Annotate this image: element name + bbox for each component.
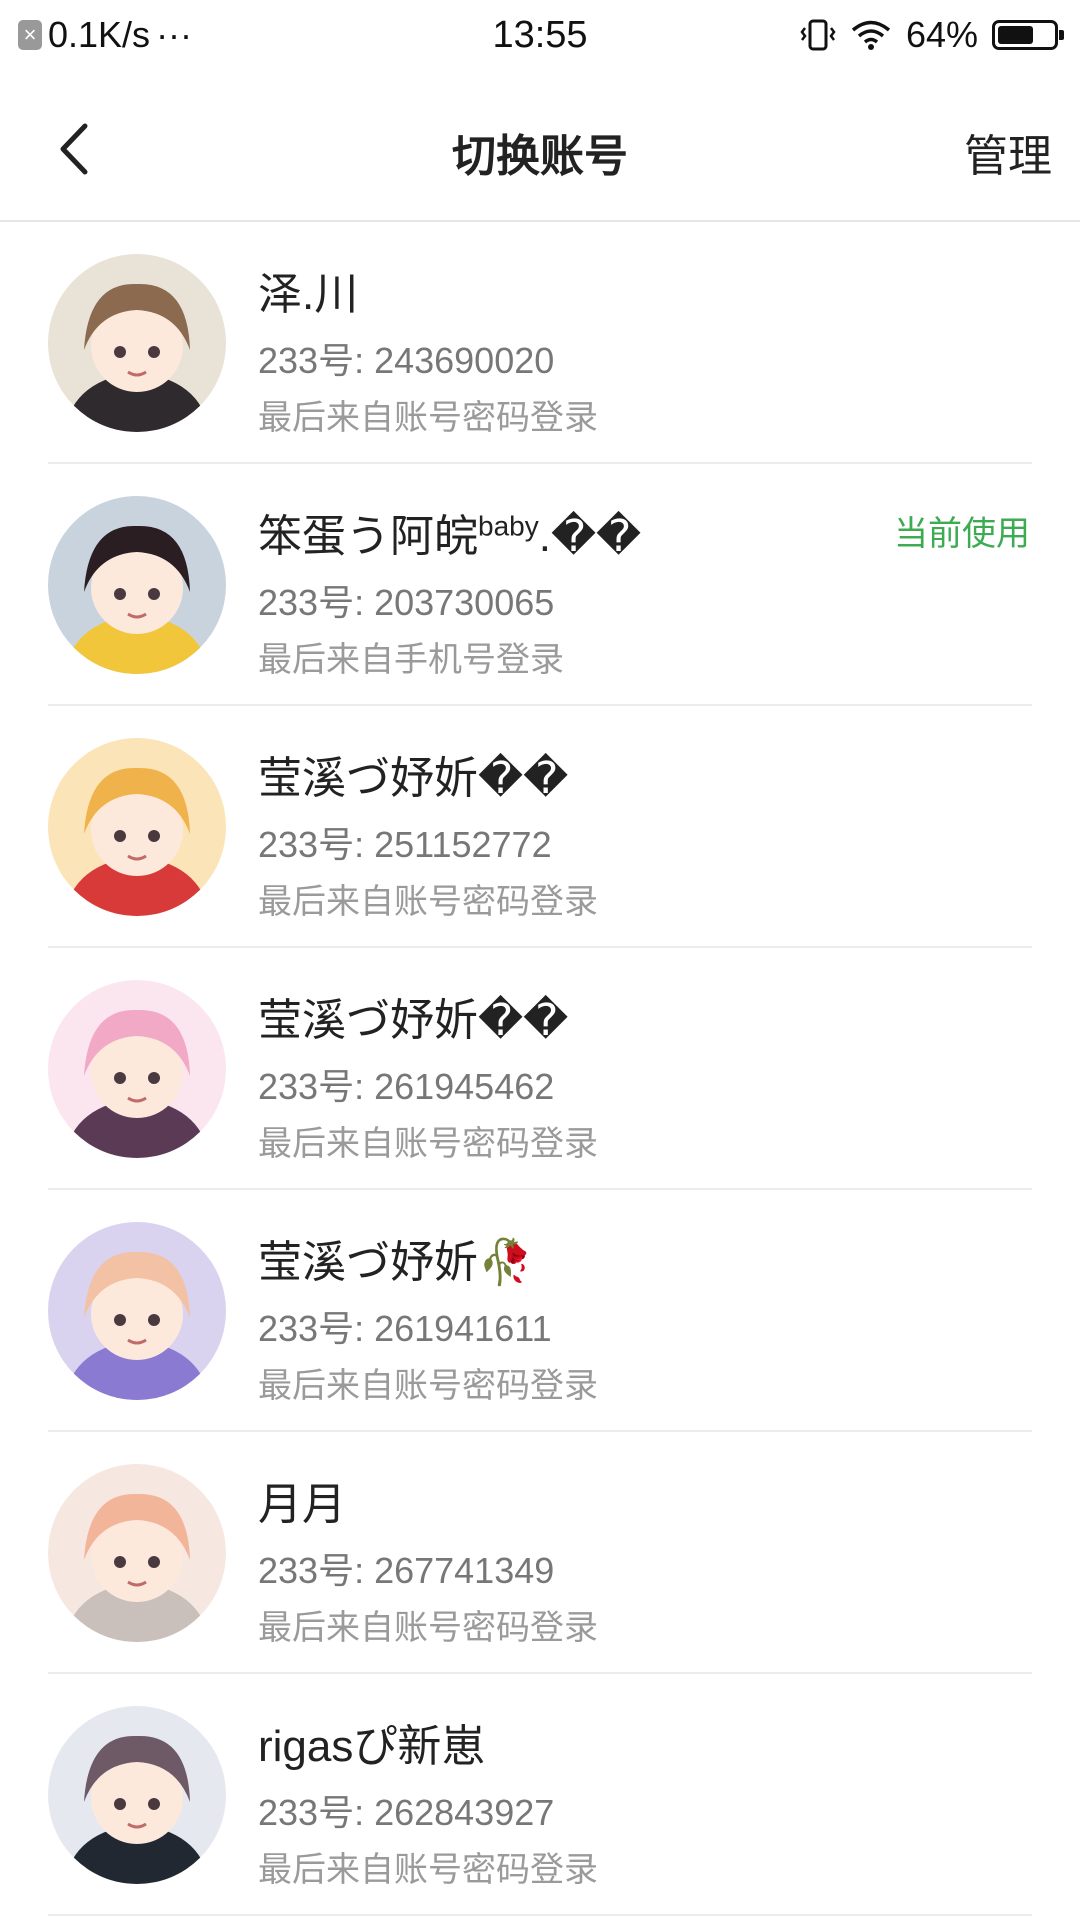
avatar [48,738,226,916]
account-item[interactable]: 莹溪づ妤妡�� 233号: 251152772 最后来自账号密码登录 [0,706,1080,948]
account-id: 233号: 251152772 [258,824,552,865]
account-name-text: 莹溪づ妤妡�� [258,996,569,1045]
account-item[interactable]: rigasぴ新崽 233号: 262843927 最后来自账号密码登录 [0,1674,1080,1916]
account-name: 莹溪づ妤妡�� [258,984,568,1048]
page-title: 切换账号 [452,132,628,181]
last-login-method: 最后来自账号密码登录 [258,1609,598,1647]
account-name: 笨蛋う阿皖baby.�� [258,500,641,564]
account-name: 泽.川 [258,258,358,322]
account-name: 月月 [258,1468,346,1532]
account-name-text: 笨蛋う阿皖 [258,512,478,561]
last-login-method: 最后来自手机号登录 [258,641,564,679]
account-id: 233号: 261941611 [258,1308,552,1349]
status-bar: × 0.1K/s ··· 13:55 64% [0,0,1080,76]
avatar [48,1464,226,1642]
account-item[interactable]: 泽.川 233号: 243690020 最后来自账号密码登录 [0,222,1080,464]
nav-bar: 切换账号 管理 [0,76,1080,222]
last-login-method: 最后来自账号密码登录 [258,1125,598,1163]
status-right: 64% [800,14,1064,56]
last-login-method: 最后来自账号密码登录 [258,1367,598,1405]
account-name-text: 莹溪づ妤妡🥀 [258,1238,533,1287]
account-id: 233号: 243690020 [258,340,555,381]
account-item[interactable]: 莹溪づ妤妡�� 233号: 261945462 最后来自账号密码登录 [0,948,1080,1190]
vibrate-icon [800,19,836,51]
account-id: 233号: 262843927 [258,1792,555,1833]
avatar [48,1222,226,1400]
last-login-method: 最后来自账号密码登录 [258,883,598,921]
account-id: 233号: 267741349 [258,1550,555,1591]
battery-fill [998,26,1033,44]
avatar [48,254,226,432]
account-item[interactable]: 月月 233号: 267741349 最后来自账号密码登录 [0,1432,1080,1674]
wifi-icon [851,20,891,50]
avatar [48,1706,226,1884]
account-name-text: 莹溪づ妤妡�� [258,754,569,803]
account-item[interactable]: 笨蛋う阿皖baby.�� 233号: 203730065 最后来自手机号登录 当前使用 [0,464,1080,706]
account-name-suffix: .�� [538,512,642,561]
manage-button[interactable]: 管理 [964,120,1052,184]
account-name-text: rigasぴ新崽 [258,1722,486,1771]
account-name: rigasぴ新崽 [258,1710,485,1774]
account-item[interactable]: 莹溪づ妤妡🥀 233号: 261941611 最后来自账号密码登录 [0,1190,1080,1432]
avatar [48,980,226,1158]
account-id: 233号: 203730065 [258,582,555,623]
battery-percent: 64% [905,14,978,55]
account-name-text: 月月 [258,1480,346,1529]
account-name: 莹溪づ妤妡�� [258,742,568,806]
account-name-superscript: baby [478,510,539,542]
avatar [48,496,226,674]
account-id: 233号: 261945462 [258,1066,555,1107]
divider [48,1914,1032,1916]
battery-icon [992,20,1064,50]
current-account-badge: 当前使用 [894,515,1030,553]
account-name-text: 泽.川 [258,270,359,319]
last-login-method: 最后来自账号密码登录 [258,1851,598,1889]
last-login-method: 最后来自账号密码登录 [258,399,598,437]
account-list: 泽.川 233号: 243690020 最后来自账号密码登录 笨蛋う阿皖baby.��… [0,222,1080,1916]
account-name: 莹溪づ妤妡🥀 [258,1226,533,1290]
